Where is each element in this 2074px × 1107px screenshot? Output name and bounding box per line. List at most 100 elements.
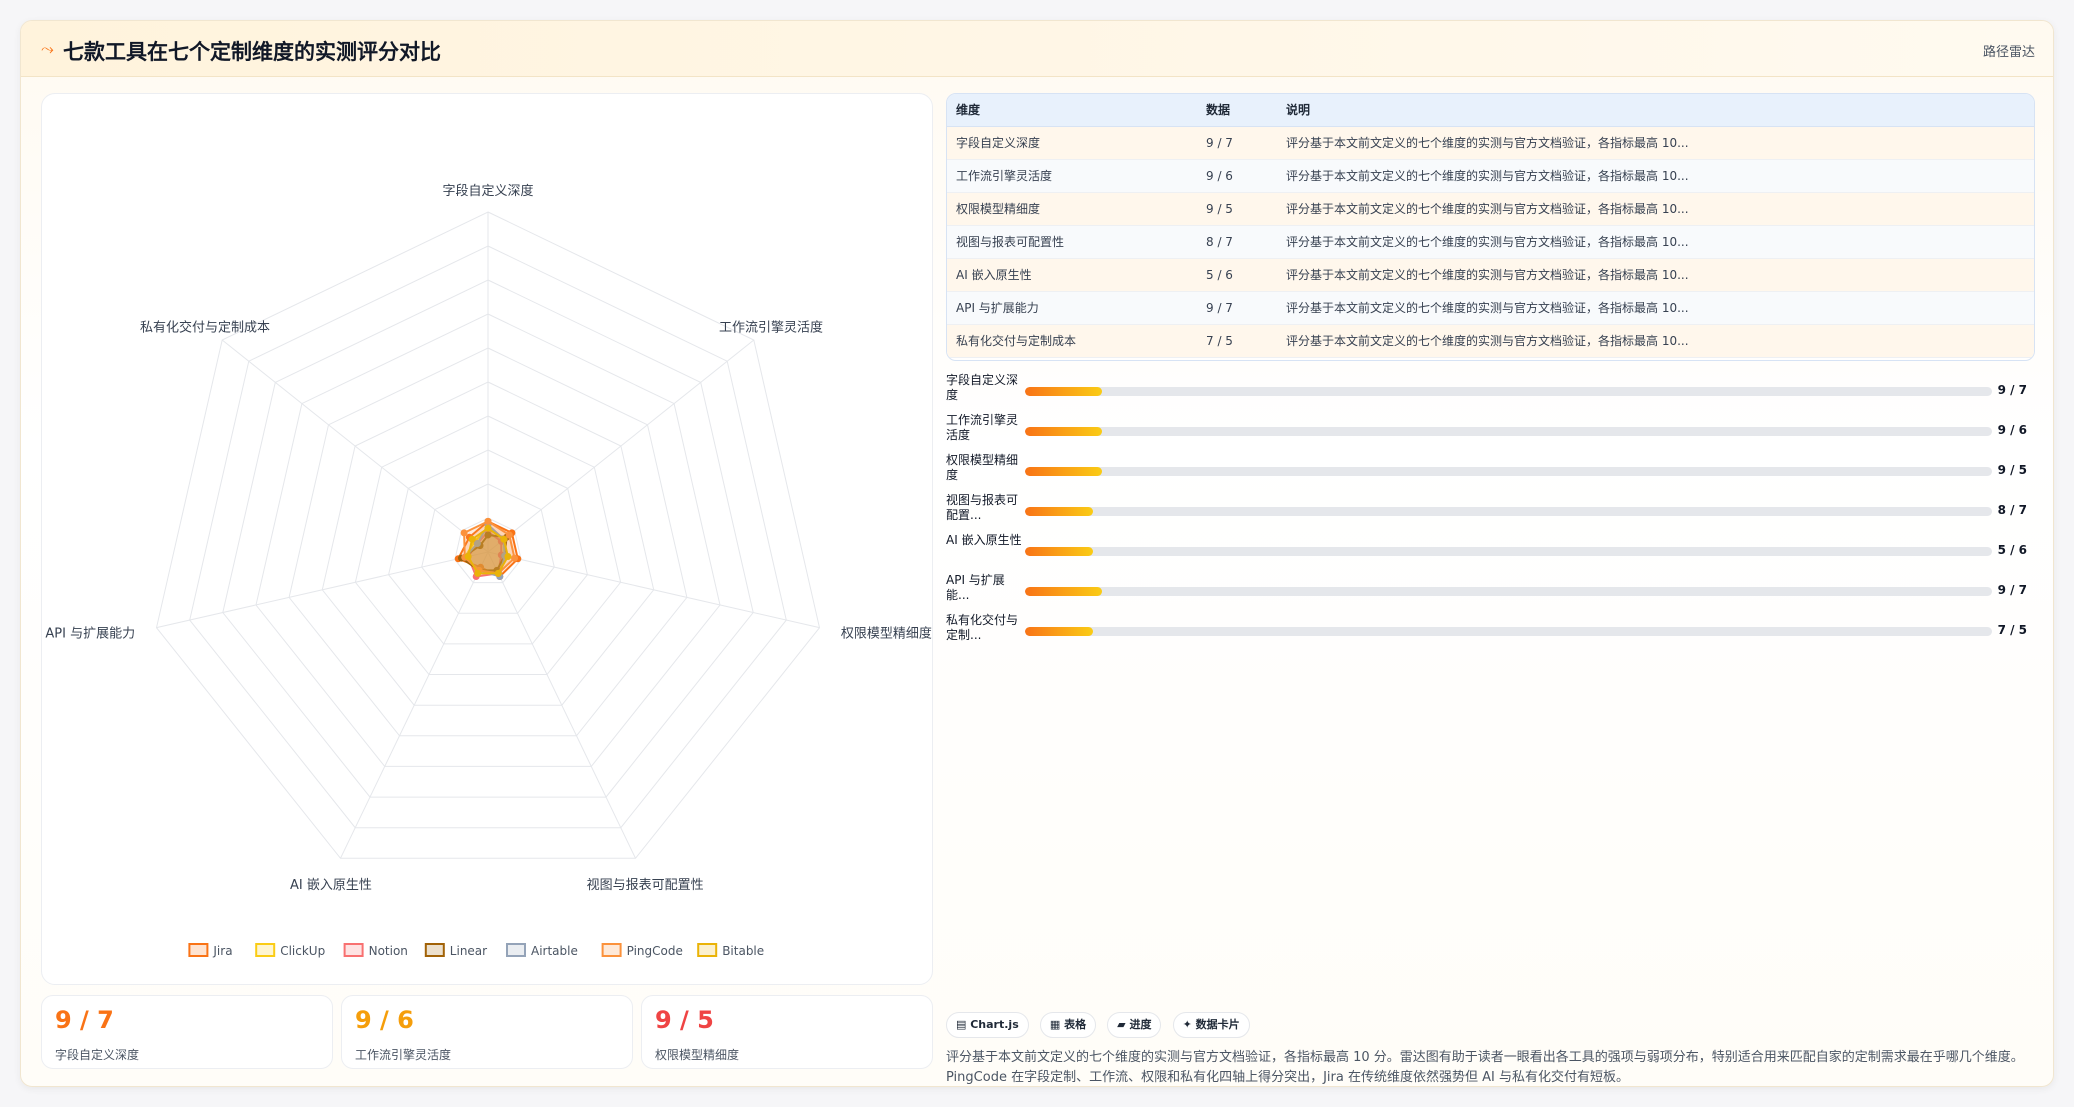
legend-swatch	[255, 943, 276, 957]
stat-value: 9 / 7	[55, 1006, 114, 1034]
radar-card: ⤳ 七款工具在七个定制维度的实测评分对比 路径雷达 字段自定义深度 工作流引擎灵活…	[20, 20, 2054, 1087]
progress-fill	[1025, 587, 1103, 596]
data-point	[504, 553, 512, 560]
progress-row: 权限模型精细度 9 / 5	[946, 451, 2035, 491]
progress-row: 视图与报表可配置... 8 / 7	[946, 491, 2035, 531]
axis-label: 字段自定义深度	[442, 183, 533, 199]
legend-label: ClickUp	[280, 944, 325, 958]
grid-spoke	[487, 551, 820, 629]
axis-label: 工作流引擎灵活度	[719, 319, 823, 335]
cell-dimension: 视图与报表可配置性	[947, 225, 1197, 259]
tag-chips: ▤ Chart.js ▦ 表格 ▰ 进度 ✦ 数据卡片	[946, 1012, 1256, 1038]
progress-value: 9 / 5	[1997, 463, 2027, 477]
sparkle-icon: ✦	[1182, 1018, 1196, 1031]
progress-value: 9 / 7	[1997, 383, 2027, 397]
progress-track	[1025, 587, 1992, 596]
chip-progress[interactable]: ▰ 进度	[1107, 1012, 1162, 1038]
chip-data-card[interactable]: ✦ 数据卡片	[1172, 1012, 1250, 1038]
progress-track	[1025, 387, 1992, 396]
progress-label: AI 嵌入原生性	[946, 533, 1022, 547]
cell-data: 9 / 7	[1197, 126, 1277, 160]
cell-data: 5 / 6	[1197, 258, 1277, 292]
progress-value: 9 / 6	[1997, 423, 2027, 437]
progress-label: 私有化交付与定制...	[946, 613, 1019, 642]
legend-swatch	[601, 943, 622, 957]
cell-note: 评分基于本文前文定义的七个维度的实测与官方文档验证，各指标最高 10...	[1277, 159, 2034, 193]
card-header: ⤳ 七款工具在七个定制维度的实测评分对比 路径雷达	[21, 21, 2053, 77]
cell-note: 评分基于本文前文定义的七个维度的实测与官方文档验证，各指标最高 10...	[1277, 291, 2034, 325]
progress-fill	[1025, 507, 1093, 516]
table-row: 字段自定义深度 9 / 7 评分基于本文前文定义的七个维度的实测与官方文档验证，…	[947, 126, 2034, 160]
stat-label: 字段自定义深度	[55, 1048, 140, 1062]
grid-spoke	[487, 339, 755, 553]
data-point	[468, 535, 476, 543]
progress-track	[1025, 467, 1992, 476]
cell-data: 8 / 7	[1197, 225, 1277, 259]
progress-value: 7 / 5	[1997, 623, 2027, 637]
progress-track	[1025, 547, 1992, 556]
chip-table[interactable]: ▦ 表格	[1039, 1012, 1097, 1038]
axis-label: API 与扩展能力	[45, 627, 135, 642]
progress-label: 字段自定义深度	[946, 373, 1019, 402]
progress-icon: ▰	[1117, 1018, 1130, 1031]
progress-value: 5 / 6	[1997, 543, 2027, 557]
table-row: AI 嵌入原生性 5 / 6 评分基于本文前文定义的七个维度的实测与官方文档验证…	[947, 258, 2034, 292]
cell-dimension: 字段自定义深度	[947, 126, 1197, 160]
legend-label: PingCode	[627, 944, 683, 958]
progress-fill	[1025, 427, 1103, 436]
chart-icon: ▤	[956, 1018, 971, 1031]
axis-label: 权限模型精细度	[841, 626, 932, 642]
page-title: 七款工具在七个定制维度的实测评分对比	[63, 40, 441, 64]
column-header: 说明	[1277, 94, 2034, 127]
table-header-row: 维度 数据 说明	[947, 94, 2034, 127]
legend-label: Linear	[450, 944, 487, 958]
table-row: 视图与报表可配置性 8 / 7 评分基于本文前文定义的七个维度的实测与官方文档验…	[947, 225, 2034, 259]
data-point	[484, 524, 492, 532]
cell-note: 评分基于本文前文定义的七个维度的实测与官方文档验证，各指标最高 10...	[1277, 258, 2034, 292]
data-point	[464, 553, 472, 560]
legend-label: Jira	[212, 944, 232, 958]
progress-row: 工作流引擎灵活度 9 / 6	[946, 411, 2035, 451]
axis-label: 私有化交付与定制成本	[140, 319, 270, 335]
legend-label: Notion	[369, 944, 408, 958]
legend-label: Airtable	[531, 944, 578, 958]
description-line: 评分基于本文前文定义的七个维度的实测与官方文档验证，各指标最高 10 分。雷达图…	[946, 1050, 2024, 1065]
progress-track	[1025, 427, 1992, 436]
grid-spoke	[156, 551, 489, 629]
progress-row: API 与扩展能... 9 / 7	[946, 571, 2035, 611]
data-point	[511, 554, 518, 562]
stat-value: 9 / 5	[655, 1006, 714, 1034]
stat-value: 9 / 6	[355, 1006, 414, 1034]
radar-chart-panel: 字段自定义深度 工作流引擎灵活度 权限模型精细度 视图与报表可配置性 AI 嵌入原生性 A…	[41, 93, 933, 985]
progress-list: 字段自定义深度 9 / 7 工作流引擎灵活度 9 / 6 权限模型精细度 9 / 5 视图与…	[946, 371, 2035, 651]
progress-track	[1025, 627, 1992, 636]
cell-dimension: API 与扩展能力	[947, 291, 1197, 325]
progress-value: 9 / 7	[1997, 583, 2027, 597]
cell-note: 评分基于本文前文定义的七个维度的实测与官方文档验证，各指标最高 10...	[1277, 225, 2034, 259]
progress-value: 8 / 7	[1997, 503, 2027, 517]
table-icon: ▦	[1049, 1018, 1065, 1031]
table-row: 权限模型精细度 9 / 5 评分基于本文前文定义的七个维度的实测与官方文档验证，…	[947, 192, 2034, 226]
progress-fill	[1025, 627, 1093, 636]
legend-swatch	[506, 943, 526, 957]
cell-dimension: 权限模型精细度	[947, 192, 1197, 226]
chip-chartjs[interactable]: ▤ Chart.js	[946, 1012, 1029, 1038]
cell-note: 评分基于本文前文定义的七个维度的实测与官方文档验证，各指标最高 10...	[1277, 324, 2034, 358]
cell-dimension: AI 嵌入原生性	[947, 258, 1197, 292]
progress-row: 字段自定义深度 9 / 7	[946, 371, 2035, 411]
stat-card-permission: 9 / 5 权限模型精细度	[641, 995, 933, 1069]
cell-data: 9 / 7	[1197, 291, 1277, 325]
description-line: PingCode 在字段定制、工作流、权限和私有化四轴上得分突出，Jira 在传…	[946, 1070, 1629, 1085]
data-point	[474, 569, 482, 577]
progress-label: 工作流引擎灵活度	[946, 413, 1019, 442]
chart-type-label: 路径雷达	[1982, 45, 2035, 60]
table-row: API 与扩展能力 9 / 7 评分基于本文前文定义的七个维度的实测与官方文档验…	[947, 291, 2034, 325]
cell-dimension: 工作流引擎灵活度	[947, 159, 1197, 193]
data-table: 维度 数据 说明 字段自定义深度 9 / 7 评分基于本文前文定义的七个维度的实…	[946, 93, 2035, 361]
cell-data: 7 / 5	[1197, 324, 1277, 358]
legend-swatch	[424, 943, 445, 957]
stat-card-field: 9 / 7 字段自定义深度	[41, 995, 333, 1069]
stat-label: 工作流引擎灵活度	[355, 1048, 452, 1062]
stat-card-workflow: 9 / 6 工作流引擎灵活度	[341, 995, 633, 1069]
cell-note: 评分基于本文前文定义的七个维度的实测与官方文档验证，各指标最高 10...	[1277, 192, 2034, 226]
